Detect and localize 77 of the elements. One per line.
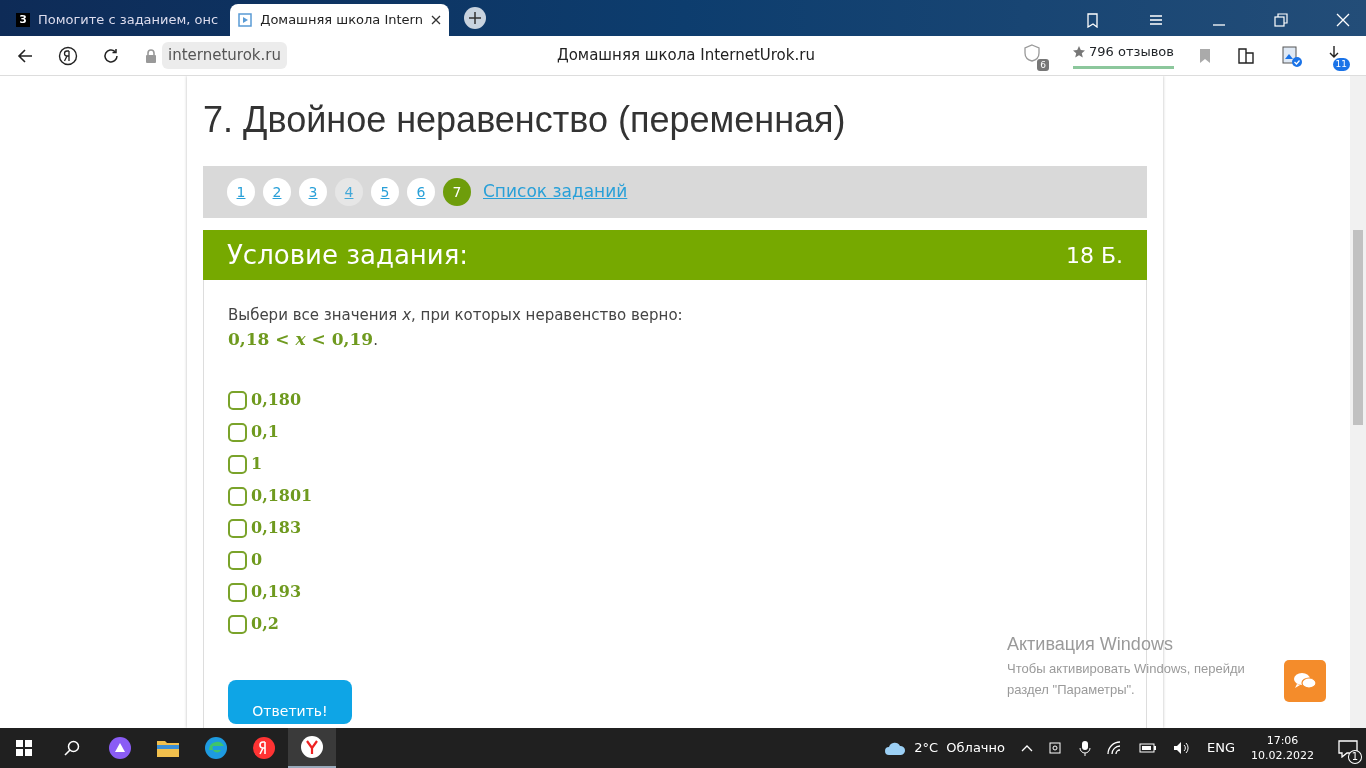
- chat-icon: [1293, 671, 1317, 691]
- address-field[interactable]: interneturok.ru: [162, 42, 287, 69]
- protect-button[interactable]: 6: [1023, 40, 1050, 71]
- new-tab-icon[interactable]: [462, 6, 487, 30]
- battery-icon[interactable]: [1139, 742, 1157, 754]
- back-icon[interactable]: [16, 46, 34, 65]
- option-label: 0,180: [251, 389, 302, 411]
- volume-icon[interactable]: [1173, 741, 1191, 755]
- assistant-icon: [108, 736, 132, 760]
- image-icon[interactable]: [1280, 44, 1302, 67]
- cloud-icon: [884, 740, 907, 756]
- activation-text: Чтобы активировать Windows, перейди: [1007, 660, 1245, 678]
- page-link[interactable]: 7: [443, 178, 471, 206]
- star-icon: [1073, 46, 1086, 58]
- checkbox[interactable]: [228, 518, 247, 538]
- count-badge: 6: [1037, 58, 1050, 71]
- page-link[interactable]: 3: [299, 178, 327, 206]
- menu-icon[interactable]: [1148, 12, 1164, 28]
- reviews-button[interactable]: 796 отзывов: [1073, 42, 1174, 69]
- checkbox[interactable]: [228, 422, 247, 442]
- downloads-button[interactable]: 11: [1326, 40, 1350, 71]
- checkbox[interactable]: [228, 582, 247, 602]
- yandex-browser-icon: [300, 735, 324, 759]
- chevron-up-icon[interactable]: [1021, 744, 1033, 752]
- option-label: 0,183: [251, 517, 302, 539]
- activation-title: Активация Windows: [1007, 633, 1174, 656]
- option-label: 0,2: [251, 613, 279, 635]
- points-label: 18 Б.: [1065, 241, 1123, 270]
- checkbox[interactable]: [228, 486, 247, 506]
- checkbox[interactable]: [228, 550, 247, 570]
- message-icon: [1338, 739, 1358, 758]
- option-label: 0,193: [251, 581, 302, 603]
- lock-icon: [144, 47, 158, 64]
- restore-icon[interactable]: [1274, 13, 1288, 27]
- language-indicator[interactable]: ENG: [1207, 738, 1235, 758]
- browser-tab[interactable]: З Помогите с заданием, онс: [8, 4, 227, 36]
- page-link[interactable]: 1: [227, 178, 255, 206]
- formula: 0,18 < x < 0,19: [228, 327, 374, 351]
- wifi-icon[interactable]: [1107, 741, 1123, 755]
- weather-widget[interactable]: 2°C Облачно: [884, 738, 1005, 758]
- activation-text: раздел "Параметры".: [1007, 681, 1136, 699]
- page-link[interactable]: 5: [371, 178, 399, 206]
- yandex-logo-icon: [252, 736, 276, 760]
- page-link[interactable]: 2: [263, 178, 291, 206]
- collections-icon[interactable]: [1236, 45, 1256, 66]
- task-title: Условие задания:: [227, 238, 469, 272]
- reload-icon[interactable]: [102, 46, 120, 65]
- search-icon: [64, 740, 80, 756]
- task-statement: Выбери все значения x, при которых неравенство верно:: [228, 305, 684, 326]
- page-heading: 7. Двойное неравенство (переменная): [203, 98, 847, 142]
- taskbar-clock[interactable]: 17:06 10.02.2022: [1251, 733, 1314, 763]
- option-label: 1: [251, 453, 263, 475]
- microphone-icon[interactable]: [1079, 740, 1091, 756]
- play-icon: [238, 13, 253, 27]
- checkbox[interactable]: [228, 390, 247, 410]
- taskbar-app[interactable]: [288, 728, 336, 768]
- period: .: [373, 329, 378, 351]
- scrollbar[interactable]: [1350, 76, 1366, 728]
- camera-icon[interactable]: [1049, 741, 1063, 755]
- submit-button[interactable]: Ответить!: [228, 680, 352, 724]
- option-label: 0: [251, 549, 263, 571]
- browser-tab[interactable]: Домашняя школа Intern: [230, 4, 449, 36]
- browser-icon: [204, 736, 228, 760]
- count-badge: 11: [1332, 57, 1350, 71]
- option-label: 0,1801: [251, 485, 313, 507]
- checkbox[interactable]: [228, 614, 247, 634]
- checkbox[interactable]: [228, 454, 247, 474]
- page-title: Домашняя школа InternetUrok.ru: [556, 45, 815, 67]
- option-label: 0,1: [251, 421, 279, 443]
- shield-icon: [1023, 44, 1042, 62]
- windows-icon: [16, 740, 32, 756]
- scroll-thumb[interactable]: [1353, 230, 1363, 425]
- page-link[interactable]: 6: [407, 178, 435, 206]
- favicon-icon: З: [16, 13, 30, 27]
- bookmarks-icon[interactable]: [1084, 12, 1100, 28]
- close-icon[interactable]: [430, 15, 441, 25]
- yandex-icon[interactable]: [58, 45, 78, 66]
